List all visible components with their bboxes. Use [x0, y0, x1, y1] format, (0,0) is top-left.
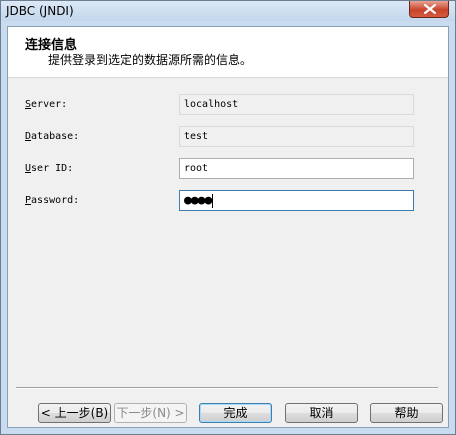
server-field[interactable]: localhost	[179, 94, 414, 115]
password-label: Password:	[25, 195, 79, 206]
password-field[interactable]: ●●●●	[179, 190, 414, 211]
database-label: Database:	[25, 131, 79, 142]
close-icon	[424, 4, 436, 14]
server-label-text: erver:	[31, 99, 68, 110]
dialog-body: 连接信息 提供登录到选定的数据源所需的信息。 Server: localhost…	[7, 26, 449, 428]
close-button[interactable]	[409, 1, 449, 18]
database-label-text: atabase:	[31, 131, 80, 142]
password-label-text: assword:	[31, 195, 80, 206]
button-divider	[16, 387, 438, 389]
server-label: Server:	[25, 99, 67, 110]
finish-button[interactable]: 完成	[199, 403, 272, 423]
cancel-button[interactable]: 取消	[285, 403, 358, 423]
text-caret	[212, 194, 214, 208]
user-id-label: User ID:	[25, 163, 73, 174]
header-panel: 连接信息 提供登录到选定的数据源所需的信息。	[8, 27, 448, 78]
database-field[interactable]: test	[179, 126, 414, 147]
next-button[interactable]: 下一步(N) >	[114, 403, 187, 423]
header-description: 提供登录到选定的数据源所需的信息。	[48, 53, 253, 67]
dialog-window: JDBC (JNDI) 连接信息 提供登录到选定的数据源所需的信息。 Serve…	[0, 0, 456, 435]
password-mask: ●●●●	[184, 193, 212, 208]
user-id-field[interactable]: root	[179, 158, 414, 179]
user-id-label-text: ser ID:	[31, 163, 74, 174]
help-button[interactable]: 帮助	[370, 403, 443, 423]
title-bar[interactable]: JDBC (JNDI)	[1, 1, 455, 21]
window-title: JDBC (JNDI)	[6, 4, 74, 18]
back-button[interactable]: < 上一步(B)	[38, 403, 111, 423]
